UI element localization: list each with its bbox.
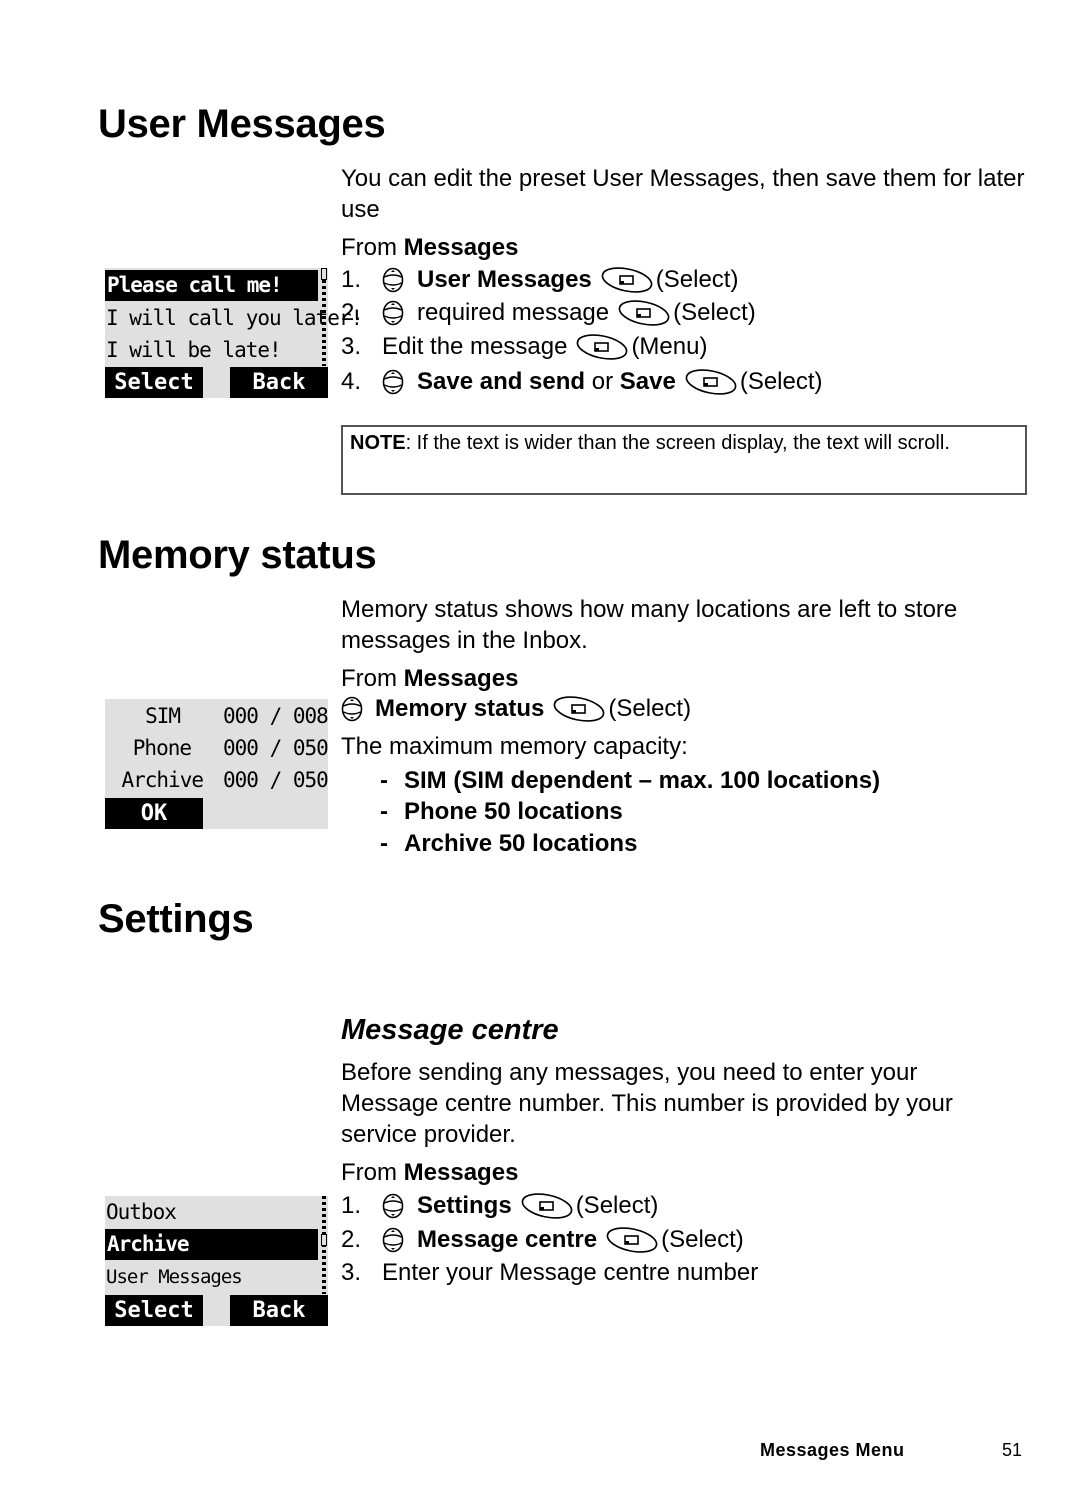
scroll-key-icon (382, 369, 404, 395)
subsection-title-message-centre: Message centre (341, 1014, 559, 1046)
scroll-key-icon (382, 1193, 404, 1219)
from-messages-line: From Messages (341, 1157, 518, 1188)
note-box: NOTE: If the text is wider than the scre… (341, 425, 1027, 495)
step-number: 1. (341, 266, 362, 293)
section-title-user-messages: User Messages (98, 102, 386, 146)
step-menu-item: Message centre (417, 1226, 598, 1253)
from-prefix: From (341, 234, 404, 261)
scroll-key-icon (382, 267, 404, 293)
step-1: 1. User Messages (Select) (341, 264, 738, 296)
settings-step-1: 1. Settings (Select) (341, 1190, 658, 1222)
note-text: : If the text is wider than the screen d… (405, 432, 950, 454)
capacity-item-phone: - Phone 50 locations (380, 798, 623, 825)
step-menu-item: Memory status (375, 695, 545, 722)
step-text: Enter your Message centre number (382, 1259, 759, 1286)
scroll-key-icon (382, 300, 404, 326)
section-title-settings: Settings (98, 897, 254, 941)
step-action: (Select) (655, 266, 739, 293)
step-number: 2. (341, 1226, 362, 1253)
memory-value-archive: 000 / 050 (223, 768, 329, 792)
softkey-icon (617, 298, 673, 328)
memory-value-sim: 000 / 008 (223, 704, 329, 728)
softkey-icon (684, 367, 740, 397)
step-action: (Select) (575, 1192, 659, 1219)
footer-chapter-title: Messages Menu (760, 1440, 905, 1460)
step-text: or (585, 368, 620, 395)
capacity-label: The maximum memory capacity: (341, 733, 688, 760)
screen-scroll-thumb (321, 268, 327, 280)
softkey-label-right: Back (230, 367, 328, 398)
step-action: (Select) (661, 1226, 744, 1253)
capacity-item-text: SIM (SIM dependent – max. 100 locations) (404, 767, 881, 794)
step-menu-item: Settings (417, 1192, 512, 1219)
phone-screen-settings: Outbox Archive User Messages Select Back (105, 1196, 328, 1326)
capacity-item-sim: - SIM (SIM dependent – max. 100 locations… (380, 767, 881, 794)
scroll-key-icon (341, 696, 363, 722)
step-2: 2. required message (Select) (341, 297, 756, 329)
step-text: Edit the message (382, 333, 568, 360)
screen-row: I will be late! (106, 338, 282, 362)
softkey-label-right: Back (230, 1295, 328, 1326)
settings-step-2: 2. Message centre (Select) (341, 1224, 744, 1256)
step-number: 3. (341, 333, 362, 360)
step-menu-item: Save and send (417, 368, 586, 395)
capacity-item-text: Phone 50 locations (404, 798, 623, 825)
from-menu-name: Messages (403, 234, 519, 261)
softkey-icon (605, 1225, 661, 1255)
phone-screen-memory-status: SIM 000 / 008 Phone 000 / 050 Archive 00… (105, 699, 329, 829)
from-menu-name: Messages (403, 665, 519, 692)
screen-row: Outbox (106, 1200, 177, 1224)
step-number: 4. (341, 368, 362, 395)
user-messages-intro: You can edit the preset User Messages, t… (341, 165, 1025, 223)
scroll-key-icon (382, 1227, 404, 1253)
softkey-icon (552, 694, 608, 724)
memory-value-phone: 000 / 050 (223, 736, 329, 760)
step-action: (Select) (739, 368, 823, 395)
capacity-item-archive: - Archive 50 locations (380, 830, 638, 857)
memory-status-step: Memory status (Select) (341, 693, 691, 725)
step-menu-item: User Messages (417, 266, 592, 293)
from-prefix: From (341, 665, 404, 692)
memory-status-intro: Memory status shows how many locations a… (341, 596, 958, 654)
step-3: 3. Edit the message (Menu) (341, 331, 707, 363)
screen-row-selected: Archive (105, 1229, 318, 1260)
softkey-label-ok: OK (105, 798, 203, 829)
step-action: (Select) (608, 695, 692, 722)
phone-screen-user-messages: Please call me! I will call you later! I… (105, 268, 363, 398)
screen-row-selected: Please call me! (105, 270, 318, 301)
from-menu-name: Messages (403, 1159, 519, 1186)
step-text: required message (417, 299, 610, 326)
from-messages-line: From Messages (341, 232, 518, 263)
softkey-label-left: Select (105, 367, 203, 398)
step-action: (Select) (673, 299, 756, 326)
screen-scrollbar (322, 268, 326, 366)
softkey-icon (520, 1191, 576, 1221)
section-title-memory-status: Memory status (98, 533, 377, 577)
step-number: 1. (341, 1192, 362, 1219)
softkey-icon (575, 332, 631, 362)
memory-label-archive: Archive (121, 768, 204, 792)
memory-label-sim: SIM (145, 704, 181, 728)
step-menu-item-alt: Save (619, 368, 676, 395)
from-messages-line: From Messages (341, 663, 518, 694)
step-number: 3. (341, 1259, 362, 1286)
screen-scroll-thumb (321, 1234, 327, 1246)
footer-page-number: 51 (1002, 1440, 1023, 1460)
settings-intro: Before sending any messages, you need to… (341, 1059, 953, 1148)
step-4: 4. Save and send or Save (Select) (341, 366, 823, 398)
screen-row: User Messages (106, 1266, 243, 1288)
settings-step-3: 3. Enter your Message centre number (341, 1257, 758, 1289)
softkey-icon (600, 265, 656, 295)
step-action: (Menu) (631, 333, 708, 360)
from-prefix: From (341, 1159, 404, 1186)
memory-label-phone: Phone (132, 736, 192, 760)
softkey-label-left: Select (105, 1295, 203, 1326)
capacity-item-text: Archive 50 locations (404, 830, 638, 857)
note-label: NOTE (350, 432, 406, 454)
